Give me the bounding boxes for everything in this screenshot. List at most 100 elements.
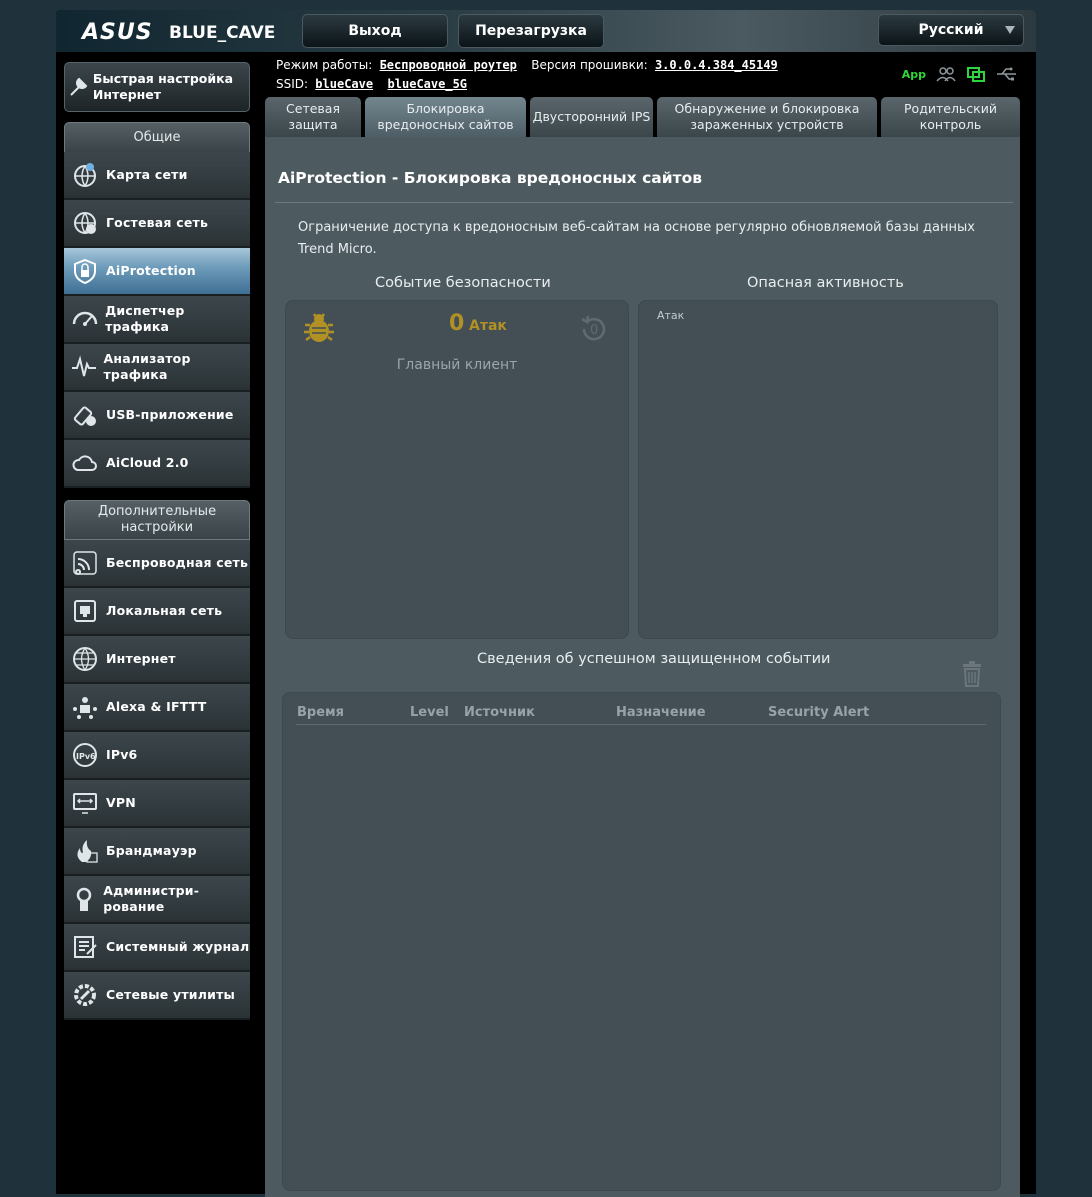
ssid-link-5g[interactable]: blueCave_5G xyxy=(388,77,467,91)
sidebar-item-network-map[interactable]: Карта сети xyxy=(64,152,250,200)
security-event-panel: 0 Атак 0 Главный клиент xyxy=(285,300,629,639)
events-title: Сведения об успешном защищенном событии xyxy=(477,651,831,667)
sidebar-item-label: USB-приложение xyxy=(106,407,234,422)
events-table: Время Level Источник Назначение Security… xyxy=(282,692,1001,1191)
sidebar-item-usb[interactable]: USB-приложение xyxy=(64,392,250,440)
log-icon xyxy=(64,934,106,960)
sidebar-item-label: Брандмауэр xyxy=(106,843,197,858)
usb-icon xyxy=(64,402,106,428)
tab-two-way-ips[interactable]: Двусторонний IPS xyxy=(530,97,653,137)
sidebar-item-guest-network[interactable]: Гостевая сеть xyxy=(64,200,250,248)
sidebar-item-lan[interactable]: Локальная сеть xyxy=(64,588,250,636)
tools-icon xyxy=(64,982,106,1008)
mode-label: Режим работы: xyxy=(276,58,373,72)
sidebar-item-label: Системный журнал xyxy=(106,939,250,954)
sidebar-item-label: Alexa & IFTTT xyxy=(106,699,207,714)
wan-status-icon[interactable] xyxy=(966,66,986,82)
sidebar-item-admin[interactable]: Администри-рование xyxy=(64,876,250,924)
lock-icon xyxy=(64,258,106,284)
cloud-icon xyxy=(64,450,106,476)
bug-icon xyxy=(304,313,334,342)
page-description: Ограничение доступа к вредоносным веб-са… xyxy=(298,220,975,257)
alexa-icon xyxy=(64,694,106,720)
quick-setup-label: Быстрая настройка Интернет xyxy=(92,71,234,102)
ssid-link-24[interactable]: blueCave xyxy=(315,77,373,91)
logout-button[interactable]: Выход xyxy=(302,14,448,48)
quick-setup-button[interactable]: Быстрая настройка Интернет xyxy=(64,62,250,112)
header-bar: ASUS BLUE_CAVE Выход Перезагрузка Русски… xyxy=(56,10,1036,52)
col-header-time: Время xyxy=(297,705,345,720)
reboot-button[interactable]: Перезагрузка xyxy=(458,14,604,48)
sidebar-item-label: AiProtection xyxy=(106,263,196,278)
sidebar-item-pulse[interactable]: Анализатор трафика xyxy=(64,344,250,392)
usb-status-icon[interactable] xyxy=(996,67,1018,81)
status-info: Режим работы: Беспроводной роутер Версия… xyxy=(276,56,778,94)
main-content: AiProtection - Блокировка вредоносных са… xyxy=(265,137,1020,1197)
col-header-security-alert: Security Alert xyxy=(768,705,870,720)
title-divider xyxy=(275,202,1013,203)
sidebar-item-ipv6[interactable]: IPv6 IPv6 xyxy=(64,732,250,780)
general-section-header: Общие xyxy=(64,122,250,153)
col-header-source: Источник xyxy=(464,705,535,720)
sidebar-item-label: Гостевая сеть xyxy=(106,215,209,230)
sidebar-item-firewall[interactable]: Брандмауэр xyxy=(64,828,250,876)
sidebar-item-cloud[interactable]: AiCloud 2.0 xyxy=(64,440,250,488)
language-value: Русский xyxy=(918,22,984,38)
chart-axis-label: Атак xyxy=(657,309,685,322)
sidebar-item-log[interactable]: Системный журнал xyxy=(64,924,250,972)
chevron-down-icon xyxy=(1005,26,1015,34)
tab-network-protection[interactable]: Сетевая защита xyxy=(265,97,361,137)
sidebar-item-globe[interactable]: Интернет xyxy=(64,636,250,684)
sidebar-item-label: Карта сети xyxy=(106,167,188,182)
refresh-count: 0 xyxy=(590,323,598,338)
advanced-section-header: Дополнительные настройки xyxy=(64,500,250,540)
model-name: BLUE_CAVE xyxy=(169,23,276,43)
firewall-icon xyxy=(64,838,106,864)
admin-icon xyxy=(64,886,103,912)
sidebar-item-label: VPN xyxy=(106,795,136,810)
language-select[interactable]: Русский xyxy=(878,14,1024,46)
sidebar-item-wifi[interactable]: Беспроводная сеть xyxy=(64,540,250,588)
general-menu: Карта сети Гостевая сеть AiProtection Диспе… xyxy=(64,152,250,488)
guest-network-icon xyxy=(64,210,106,236)
sidebar-item-label: Беспроводная сеть xyxy=(106,555,249,570)
tab-malicious-sites[interactable]: Блокировка вредоносных сайтов xyxy=(365,97,526,137)
sidebar-item-speedometer[interactable]: Диспетчер трафика xyxy=(64,296,250,344)
sidebar-item-label: IPv6 xyxy=(106,747,138,762)
sidebar-item-tools[interactable]: Сетевые утилиты xyxy=(64,972,250,1020)
network-map-icon xyxy=(64,162,106,188)
sidebar-item-label: Диспетчер трафика xyxy=(105,303,185,334)
firmware-link[interactable]: 3.0.0.4.384_45149 xyxy=(655,58,778,72)
tab-parental-controls[interactable]: Родительский контроль xyxy=(881,97,1020,137)
advanced-menu: Беспроводная сеть Локальная сеть Интернет A… xyxy=(64,540,250,1020)
sidebar-item-alexa[interactable]: Alexa & IFTTT xyxy=(64,684,250,732)
wifi-icon xyxy=(64,550,106,576)
mode-link[interactable]: Беспроводной роутер xyxy=(380,58,517,72)
sidebar-item-label: Сетевые утилиты xyxy=(106,987,236,1002)
ssid-label: SSID: xyxy=(276,77,309,91)
table-header-divider xyxy=(296,724,986,725)
col-header-level: Level xyxy=(410,705,449,720)
app-icon[interactable]: App xyxy=(902,68,926,81)
sidebar-item-label: Интернет xyxy=(106,651,176,666)
sidebar-item-label: Анализатор трафика xyxy=(103,351,191,382)
ipv6-icon: IPv6 xyxy=(64,742,106,768)
page-title: AiProtection - Блокировка вредоносных са… xyxy=(278,169,703,187)
attack-count: 0 xyxy=(449,311,465,336)
lan-icon xyxy=(64,598,106,624)
pulse-icon xyxy=(64,354,103,380)
asus-logo: ASUS xyxy=(82,20,153,45)
sidebar-item-lock[interactable]: AiProtection xyxy=(64,248,250,296)
globe-icon xyxy=(64,646,106,672)
firmware-label: Версия прошивки: xyxy=(531,58,648,72)
attack-count-label: Атак xyxy=(469,318,507,334)
quick-setup-icon xyxy=(65,74,93,100)
svg-text:IPv6: IPv6 xyxy=(76,752,96,761)
refresh-icon[interactable]: 0 xyxy=(578,313,610,345)
clients-icon[interactable] xyxy=(936,66,956,82)
status-icons: App xyxy=(902,66,1018,82)
tab-infected-device[interactable]: Обнаружение и блокировка зараженных устр… xyxy=(657,97,877,137)
trash-icon[interactable] xyxy=(961,661,983,687)
app-frame: ASUS BLUE_CAVE Выход Перезагрузка Русски… xyxy=(56,10,1036,1197)
sidebar-item-vpn[interactable]: VPN xyxy=(64,780,250,828)
